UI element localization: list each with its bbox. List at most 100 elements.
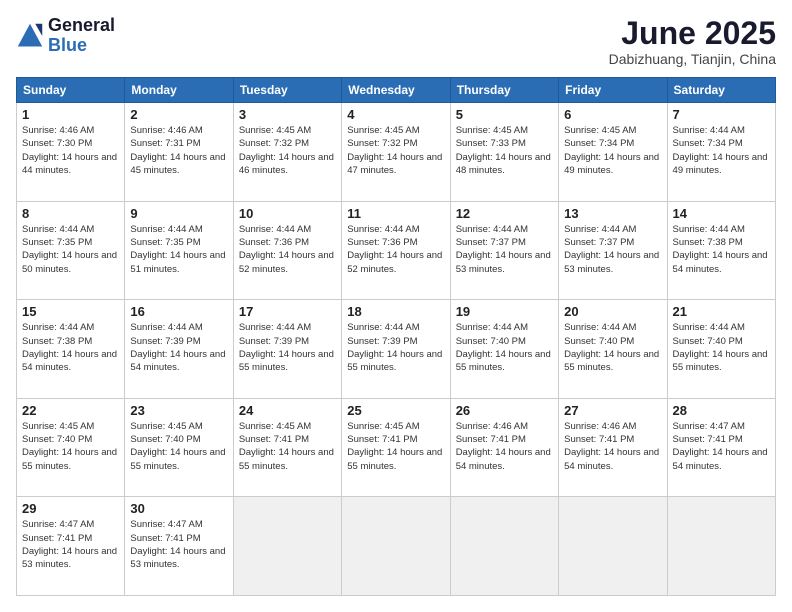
day-number: 22 bbox=[22, 403, 119, 418]
day-info: Sunrise: 4:44 AMSunset: 7:38 PMDaylight:… bbox=[22, 321, 119, 374]
day-info: Sunrise: 4:44 AMSunset: 7:36 PMDaylight:… bbox=[347, 223, 444, 276]
day-number: 1 bbox=[22, 107, 119, 122]
day-number: 26 bbox=[456, 403, 553, 418]
day-number: 7 bbox=[673, 107, 770, 122]
day-number: 10 bbox=[239, 206, 336, 221]
table-row bbox=[342, 497, 450, 596]
day-info: Sunrise: 4:47 AMSunset: 7:41 PMDaylight:… bbox=[673, 420, 770, 473]
day-info: Sunrise: 4:45 AMSunset: 7:40 PMDaylight:… bbox=[130, 420, 227, 473]
day-number: 27 bbox=[564, 403, 661, 418]
day-number: 9 bbox=[130, 206, 227, 221]
day-info: Sunrise: 4:47 AMSunset: 7:41 PMDaylight:… bbox=[22, 518, 119, 571]
table-row: 14 Sunrise: 4:44 AMSunset: 7:38 PMDaylig… bbox=[667, 201, 775, 300]
day-number: 6 bbox=[564, 107, 661, 122]
day-info: Sunrise: 4:45 AMSunset: 7:32 PMDaylight:… bbox=[239, 124, 336, 177]
day-number: 25 bbox=[347, 403, 444, 418]
day-number: 16 bbox=[130, 304, 227, 319]
table-row bbox=[450, 497, 558, 596]
table-row: 2 Sunrise: 4:46 AMSunset: 7:31 PMDayligh… bbox=[125, 103, 233, 202]
table-row: 10 Sunrise: 4:44 AMSunset: 7:36 PMDaylig… bbox=[233, 201, 341, 300]
day-info: Sunrise: 4:45 AMSunset: 7:34 PMDaylight:… bbox=[564, 124, 661, 177]
header-saturday: Saturday bbox=[667, 78, 775, 103]
table-row: 30 Sunrise: 4:47 AMSunset: 7:41 PMDaylig… bbox=[125, 497, 233, 596]
day-number: 11 bbox=[347, 206, 444, 221]
day-info: Sunrise: 4:47 AMSunset: 7:41 PMDaylight:… bbox=[130, 518, 227, 571]
day-info: Sunrise: 4:44 AMSunset: 7:39 PMDaylight:… bbox=[347, 321, 444, 374]
table-row: 28 Sunrise: 4:47 AMSunset: 7:41 PMDaylig… bbox=[667, 398, 775, 497]
day-number: 15 bbox=[22, 304, 119, 319]
table-row: 19 Sunrise: 4:44 AMSunset: 7:40 PMDaylig… bbox=[450, 300, 558, 399]
day-info: Sunrise: 4:46 AMSunset: 7:41 PMDaylight:… bbox=[456, 420, 553, 473]
day-number: 14 bbox=[673, 206, 770, 221]
table-row: 4 Sunrise: 4:45 AMSunset: 7:32 PMDayligh… bbox=[342, 103, 450, 202]
day-info: Sunrise: 4:44 AMSunset: 7:40 PMDaylight:… bbox=[564, 321, 661, 374]
day-number: 5 bbox=[456, 107, 553, 122]
table-row: 16 Sunrise: 4:44 AMSunset: 7:39 PMDaylig… bbox=[125, 300, 233, 399]
day-info: Sunrise: 4:44 AMSunset: 7:35 PMDaylight:… bbox=[130, 223, 227, 276]
day-info: Sunrise: 4:45 AMSunset: 7:41 PMDaylight:… bbox=[239, 420, 336, 473]
title-block: June 2025 Dabizhuang, Tianjin, China bbox=[609, 16, 776, 67]
day-info: Sunrise: 4:44 AMSunset: 7:36 PMDaylight:… bbox=[239, 223, 336, 276]
table-row: 12 Sunrise: 4:44 AMSunset: 7:37 PMDaylig… bbox=[450, 201, 558, 300]
table-row: 29 Sunrise: 4:47 AMSunset: 7:41 PMDaylig… bbox=[17, 497, 125, 596]
table-row: 13 Sunrise: 4:44 AMSunset: 7:37 PMDaylig… bbox=[559, 201, 667, 300]
header-tuesday: Tuesday bbox=[233, 78, 341, 103]
day-number: 17 bbox=[239, 304, 336, 319]
day-number: 28 bbox=[673, 403, 770, 418]
logo-general: General bbox=[48, 15, 115, 35]
table-row: 20 Sunrise: 4:44 AMSunset: 7:40 PMDaylig… bbox=[559, 300, 667, 399]
header-thursday: Thursday bbox=[450, 78, 558, 103]
table-row: 25 Sunrise: 4:45 AMSunset: 7:41 PMDaylig… bbox=[342, 398, 450, 497]
day-number: 13 bbox=[564, 206, 661, 221]
day-number: 23 bbox=[130, 403, 227, 418]
day-info: Sunrise: 4:45 AMSunset: 7:41 PMDaylight:… bbox=[347, 420, 444, 473]
day-number: 19 bbox=[456, 304, 553, 319]
title-location: Dabizhuang, Tianjin, China bbox=[609, 51, 776, 67]
day-number: 24 bbox=[239, 403, 336, 418]
table-row: 17 Sunrise: 4:44 AMSunset: 7:39 PMDaylig… bbox=[233, 300, 341, 399]
header-monday: Monday bbox=[125, 78, 233, 103]
day-info: Sunrise: 4:46 AMSunset: 7:31 PMDaylight:… bbox=[130, 124, 227, 177]
day-info: Sunrise: 4:44 AMSunset: 7:39 PMDaylight:… bbox=[239, 321, 336, 374]
day-info: Sunrise: 4:45 AMSunset: 7:32 PMDaylight:… bbox=[347, 124, 444, 177]
day-info: Sunrise: 4:45 AMSunset: 7:40 PMDaylight:… bbox=[22, 420, 119, 473]
day-info: Sunrise: 4:46 AMSunset: 7:30 PMDaylight:… bbox=[22, 124, 119, 177]
day-info: Sunrise: 4:44 AMSunset: 7:34 PMDaylight:… bbox=[673, 124, 770, 177]
table-row: 21 Sunrise: 4:44 AMSunset: 7:40 PMDaylig… bbox=[667, 300, 775, 399]
header-friday: Friday bbox=[559, 78, 667, 103]
table-row: 15 Sunrise: 4:44 AMSunset: 7:38 PMDaylig… bbox=[17, 300, 125, 399]
page: General Blue June 2025 Dabizhuang, Tianj… bbox=[0, 0, 792, 612]
table-row: 3 Sunrise: 4:45 AMSunset: 7:32 PMDayligh… bbox=[233, 103, 341, 202]
day-number: 2 bbox=[130, 107, 227, 122]
day-number: 8 bbox=[22, 206, 119, 221]
day-info: Sunrise: 4:44 AMSunset: 7:35 PMDaylight:… bbox=[22, 223, 119, 276]
logo-blue-text: Blue bbox=[48, 36, 115, 56]
table-row: 26 Sunrise: 4:46 AMSunset: 7:41 PMDaylig… bbox=[450, 398, 558, 497]
header-wednesday: Wednesday bbox=[342, 78, 450, 103]
table-row bbox=[559, 497, 667, 596]
table-row: 22 Sunrise: 4:45 AMSunset: 7:40 PMDaylig… bbox=[17, 398, 125, 497]
logo: General Blue bbox=[16, 16, 115, 56]
header-row: Sunday Monday Tuesday Wednesday Thursday… bbox=[17, 78, 776, 103]
day-number: 29 bbox=[22, 501, 119, 516]
table-row: 24 Sunrise: 4:45 AMSunset: 7:41 PMDaylig… bbox=[233, 398, 341, 497]
day-info: Sunrise: 4:44 AMSunset: 7:40 PMDaylight:… bbox=[456, 321, 553, 374]
day-info: Sunrise: 4:44 AMSunset: 7:37 PMDaylight:… bbox=[456, 223, 553, 276]
header-sunday: Sunday bbox=[17, 78, 125, 103]
calendar-table: Sunday Monday Tuesday Wednesday Thursday… bbox=[16, 77, 776, 596]
day-number: 21 bbox=[673, 304, 770, 319]
day-info: Sunrise: 4:44 AMSunset: 7:38 PMDaylight:… bbox=[673, 223, 770, 276]
day-info: Sunrise: 4:46 AMSunset: 7:41 PMDaylight:… bbox=[564, 420, 661, 473]
day-info: Sunrise: 4:44 AMSunset: 7:39 PMDaylight:… bbox=[130, 321, 227, 374]
day-number: 18 bbox=[347, 304, 444, 319]
day-info: Sunrise: 4:44 AMSunset: 7:37 PMDaylight:… bbox=[564, 223, 661, 276]
day-number: 12 bbox=[456, 206, 553, 221]
title-month: June 2025 bbox=[609, 16, 776, 51]
table-row: 9 Sunrise: 4:44 AMSunset: 7:35 PMDayligh… bbox=[125, 201, 233, 300]
day-number: 30 bbox=[130, 501, 227, 516]
table-row bbox=[667, 497, 775, 596]
table-row: 23 Sunrise: 4:45 AMSunset: 7:40 PMDaylig… bbox=[125, 398, 233, 497]
table-row: 7 Sunrise: 4:44 AMSunset: 7:34 PMDayligh… bbox=[667, 103, 775, 202]
logo-text: General Blue bbox=[48, 16, 115, 56]
day-number: 20 bbox=[564, 304, 661, 319]
